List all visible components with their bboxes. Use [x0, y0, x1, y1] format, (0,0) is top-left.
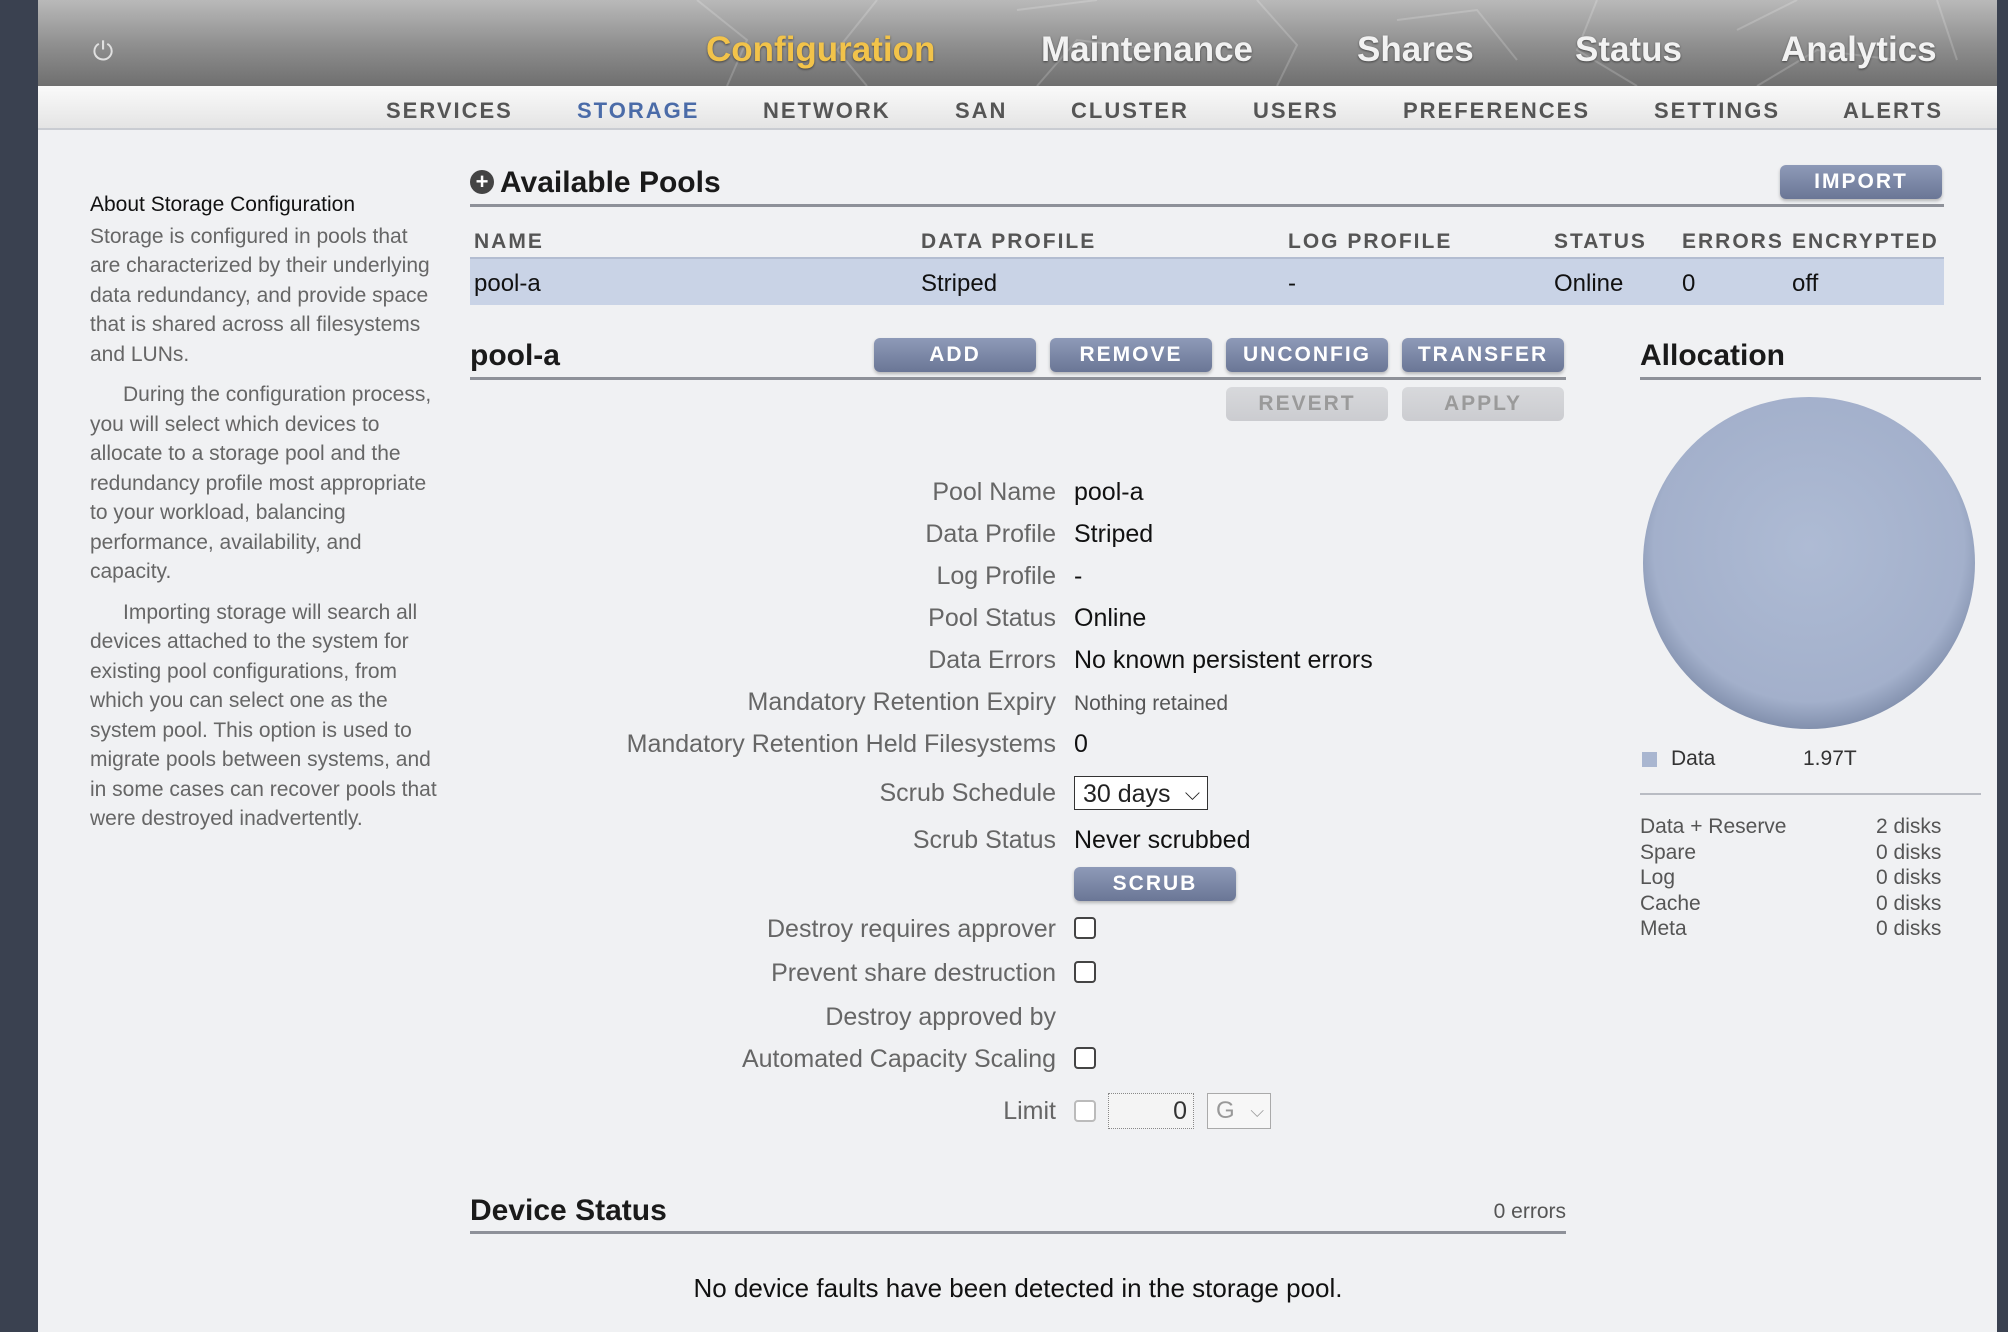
log-profile-label: Log Profile: [936, 562, 1056, 590]
remove-button[interactable]: REMOVE: [1050, 338, 1212, 372]
scrub-schedule-select[interactable]: 30 days ⌵: [1074, 776, 1208, 810]
limit-unit-value: G: [1216, 1097, 1235, 1124]
import-button[interactable]: IMPORT: [1780, 165, 1942, 199]
log-profile-value: -: [1074, 562, 1083, 590]
chevron-down-icon: ⌵: [1184, 783, 1200, 805]
sub-nav-users[interactable]: USERS: [1253, 98, 1339, 124]
log-profile-cell: -: [1288, 270, 1296, 297]
disk-count: 0 disks: [1876, 840, 1942, 864]
help-paragraph: Storage is configured in pools that are …: [90, 224, 430, 366]
data-profile-value: Striped: [1074, 520, 1154, 548]
device-status-message: No device faults have been detected in t…: [693, 1273, 1343, 1303]
sub-nav-alerts[interactable]: ALERTS: [1843, 98, 1943, 124]
help-panel: About Storage Configuration Storage is c…: [90, 190, 440, 845]
errors-cell: 0: [1682, 270, 1696, 297]
scrub-schedule-label: Scrub Schedule: [879, 779, 1056, 807]
pie-slice-data: [1643, 397, 1975, 729]
legend-label: Data: [1671, 747, 1716, 770]
help-paragraph: During the configuration process, you wi…: [90, 383, 432, 583]
revert-button[interactable]: REVERT: [1226, 387, 1388, 421]
list-item: Spare 0 disks: [1640, 841, 1960, 867]
scrub-status-label: Scrub Status: [912, 826, 1056, 854]
list-item: Meta 0 disks: [1640, 917, 1960, 943]
disk-type: Data + Reserve: [1640, 815, 1787, 838]
column-header-log-profile: LOG PROFILE: [1288, 230, 1453, 253]
sub-nav-settings[interactable]: SETTINGS: [1654, 98, 1780, 124]
pool-status-label: Pool Status: [928, 604, 1056, 632]
retention-held-value: 0: [1074, 730, 1088, 758]
list-item: Data + Reserve 2 disks: [1640, 815, 1960, 841]
legend-value: 1.97T: [1803, 747, 1857, 770]
scrub-button[interactable]: SCRUB: [1074, 867, 1236, 901]
legend-swatch: [1642, 752, 1657, 767]
transfer-button[interactable]: TRANSFER: [1402, 338, 1564, 372]
divider: [470, 1231, 1566, 1234]
pool-name-label: Pool Name: [932, 478, 1056, 506]
automated-capacity-scaling-checkbox[interactable]: [1074, 1047, 1096, 1069]
data-errors-label: Data Errors: [928, 646, 1056, 674]
pool-status-value: Online: [1074, 604, 1147, 632]
column-header-status: STATUS: [1554, 230, 1647, 253]
main-nav-analytics[interactable]: Analytics: [1781, 30, 1937, 70]
destroy-requires-approver-label: Destroy requires approver: [766, 915, 1056, 943]
automated-capacity-scaling-label: Automated Capacity Scaling: [741, 1045, 1056, 1073]
disk-type: Meta: [1640, 917, 1687, 940]
disk-type: Cache: [1640, 891, 1701, 915]
disk-count: 2 disks: [1876, 815, 1942, 838]
limit-checkbox[interactable]: [1074, 1100, 1096, 1122]
allocation-pie-chart: [1643, 397, 1975, 729]
disk-count: 0 disks: [1876, 866, 1942, 889]
data-profile-label: Data Profile: [925, 520, 1056, 548]
encrypted-cell: off: [1792, 270, 1819, 297]
destroy-approved-by-label: Destroy approved by: [825, 1003, 1056, 1031]
device-status-title: Device Status: [470, 1194, 667, 1227]
retention-held-label: Mandatory Retention Held Filesystems: [626, 730, 1056, 758]
divider: [1640, 793, 1981, 795]
scrub-status-value: Never scrubbed: [1074, 826, 1251, 854]
divider: [1640, 377, 1981, 380]
main-nav-maintenance[interactable]: Maintenance: [1041, 30, 1253, 70]
scrub-schedule-value: 30 days: [1083, 780, 1171, 808]
disk-type: Spare: [1640, 840, 1697, 864]
main-nav-status[interactable]: Status: [1575, 30, 1682, 70]
list-item: Log 0 disks: [1640, 866, 1960, 892]
retention-expiry-value: Nothing retained: [1074, 692, 1229, 715]
disk-count: 0 disks: [1876, 891, 1942, 915]
sub-nav-preferences[interactable]: PREFERENCES: [1403, 98, 1590, 124]
retention-expiry-label: Mandatory Retention Expiry: [747, 688, 1056, 716]
status-cell: Online: [1554, 270, 1624, 297]
disk-type: Log: [1640, 866, 1676, 889]
device-errors-count: 0 errors: [1493, 1200, 1566, 1223]
column-header-encrypted: ENCRYPTED: [1792, 230, 1939, 253]
sub-nav-cluster[interactable]: CLUSTER: [1071, 98, 1189, 124]
prevent-share-destruction-checkbox[interactable]: [1074, 961, 1096, 983]
help-title: About Storage Configuration: [90, 193, 356, 216]
disk-count: 0 disks: [1876, 917, 1942, 940]
main-nav-shares[interactable]: Shares: [1357, 30, 1474, 70]
list-item: Cache 0 disks: [1640, 892, 1960, 918]
help-paragraph: Importing storage will search all device…: [90, 600, 437, 831]
limit-label: Limit: [1003, 1097, 1056, 1125]
pool-properties-labels: Pool Name Data Profile Log Profile Pool …: [470, 0, 1056, 1332]
destroy-requires-approver-checkbox[interactable]: [1074, 917, 1096, 939]
chevron-down-icon: ⌵: [1250, 1101, 1264, 1121]
limit-input[interactable]: 0: [1108, 1093, 1194, 1129]
allocation-title: Allocation: [1640, 339, 1786, 372]
unconfig-button[interactable]: UNCONFIG: [1226, 338, 1388, 372]
prevent-share-destruction-label: Prevent share destruction: [771, 959, 1056, 987]
limit-unit-select[interactable]: G ⌵: [1207, 1093, 1271, 1129]
data-errors-value: No known persistent errors: [1074, 646, 1373, 674]
app-frame: ⏻ Configuration Maintenance Shares Statu…: [38, 0, 1997, 1332]
pool-name-value: pool-a: [1074, 478, 1144, 506]
apply-button[interactable]: APPLY: [1402, 387, 1564, 421]
disk-allocation-table: Data + Reserve 2 disks Spare 0 disks Log 0 …: [1640, 815, 1960, 943]
column-header-errors: ERRORS: [1682, 230, 1784, 253]
